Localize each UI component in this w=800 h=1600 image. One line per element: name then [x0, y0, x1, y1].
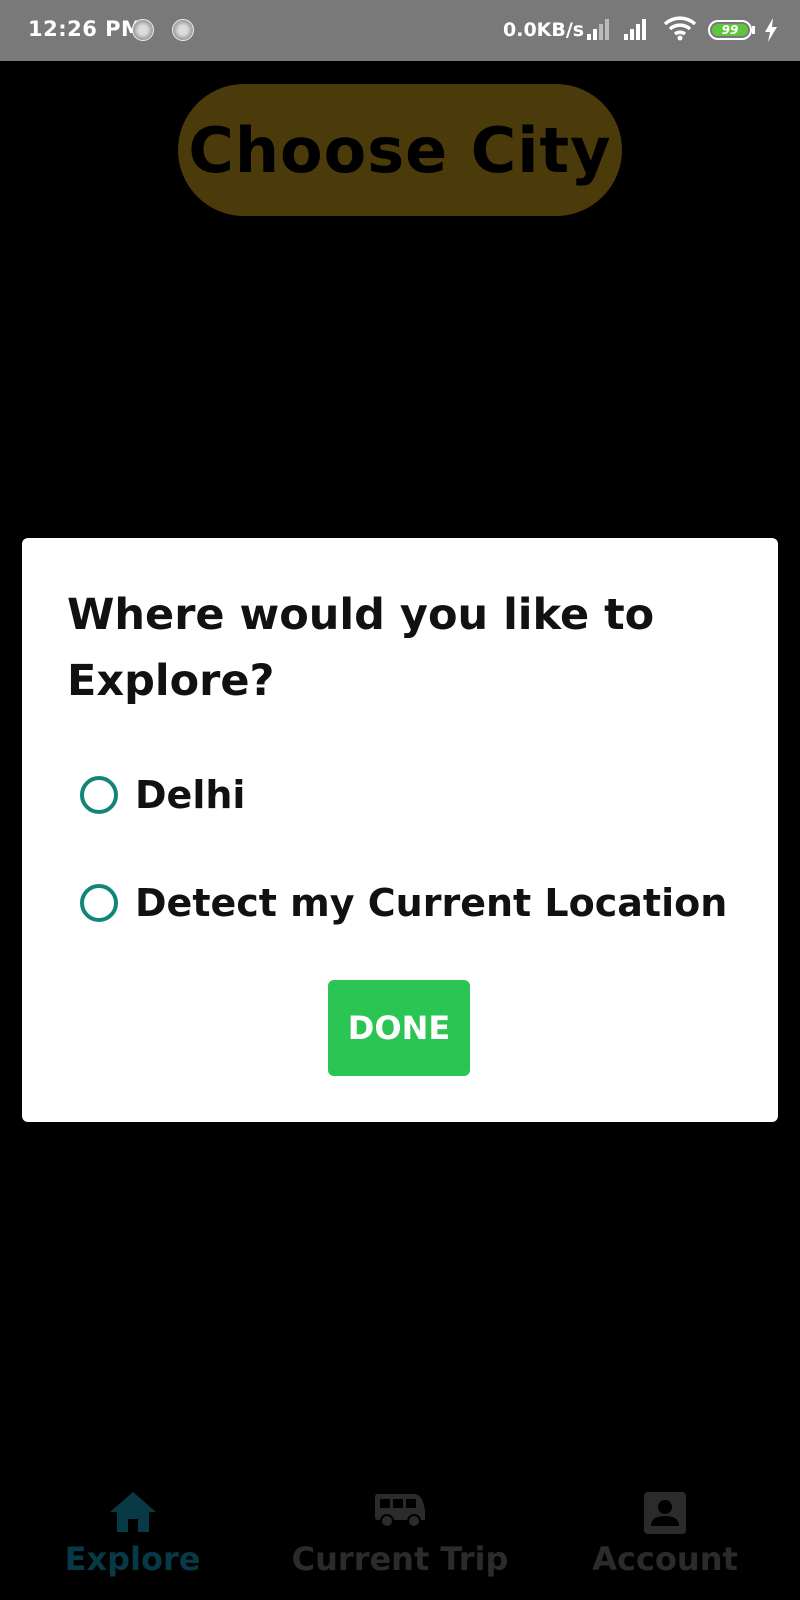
- battery-icon: 99: [708, 20, 752, 40]
- nav-label: Current Trip: [291, 1540, 509, 1578]
- home-icon: [109, 1492, 156, 1532]
- battery-tip: [752, 26, 755, 34]
- nav-item-current-trip[interactable]: Current Trip: [290, 1480, 510, 1600]
- nav-label: Explore: [64, 1540, 201, 1578]
- radio-button[interactable]: [80, 776, 118, 814]
- status-time: 12:26 PM: [28, 17, 143, 41]
- charging-icon: [765, 18, 777, 42]
- network-speed: 0.0KB/s: [503, 19, 585, 41]
- done-button[interactable]: DONE: [328, 980, 470, 1076]
- radio-option-delhi[interactable]: Delhi: [80, 770, 245, 820]
- signal-icon: [587, 19, 609, 40]
- signal-icon: [624, 19, 646, 40]
- bus-icon: [375, 1494, 425, 1528]
- radio-label: Detect my Current Location: [135, 881, 728, 925]
- bottom-nav: Explore Current Trip Account: [0, 1480, 800, 1600]
- radio-option-detect-location[interactable]: Detect my Current Location: [80, 878, 727, 928]
- choose-city-header: Choose City: [178, 84, 622, 216]
- wifi-icon: [663, 16, 697, 41]
- radio-label: Delhi: [135, 773, 246, 817]
- page-title: Choose City: [188, 113, 612, 187]
- explore-dialog: Where would you like to Explore? Delhi D…: [22, 538, 778, 1122]
- account-box-icon: [644, 1492, 686, 1534]
- notification-icon: [172, 19, 194, 41]
- nav-item-account[interactable]: Account: [570, 1480, 760, 1600]
- battery-level: 99: [712, 24, 748, 36]
- nav-item-explore[interactable]: Explore: [40, 1480, 225, 1600]
- status-bar: 12:26 PM 0.0KB/s 99: [0, 0, 800, 61]
- notification-icon: [132, 19, 154, 41]
- dialog-title: Where would you like to Explore?: [67, 590, 655, 706]
- radio-button[interactable]: [80, 884, 118, 922]
- nav-label: Account: [592, 1540, 738, 1578]
